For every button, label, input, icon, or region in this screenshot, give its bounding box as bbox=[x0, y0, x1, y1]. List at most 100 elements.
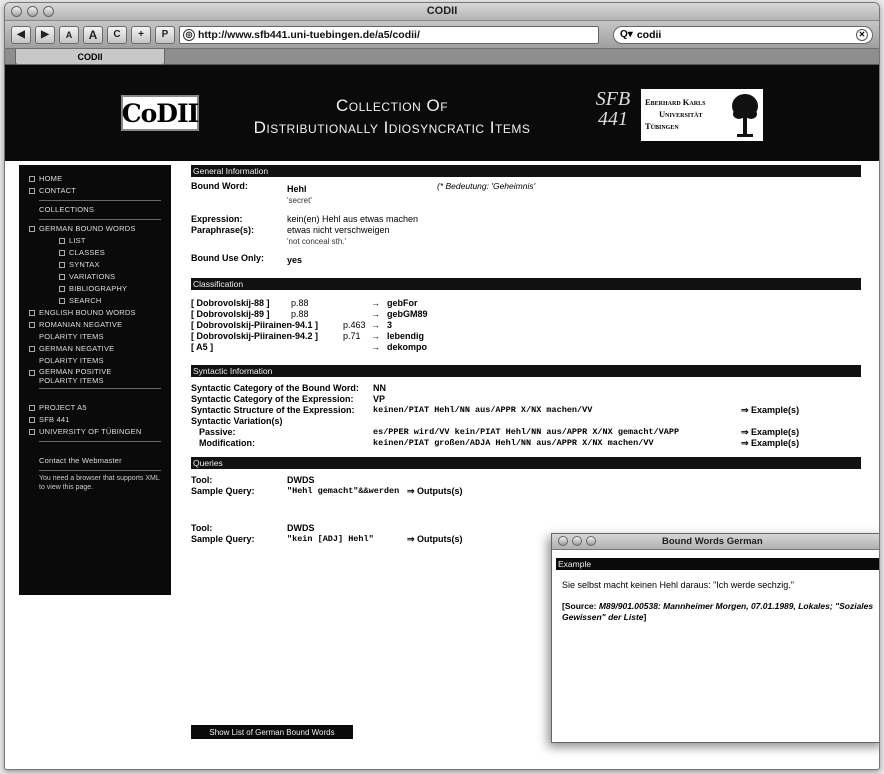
source-suffix: ] bbox=[643, 612, 647, 622]
syntactic-label: Syntactic Category of the Bound Word: bbox=[191, 383, 359, 393]
popup-title-bar: Bound Words German bbox=[552, 534, 879, 550]
sidebar-item-romanian-npi[interactable]: Romanian Negative Polarity Items bbox=[19, 319, 171, 343]
reload-button[interactable]: C bbox=[107, 25, 127, 44]
classification-row: [ Dobrovolskij-88 ] p.88 → gebFor bbox=[191, 298, 861, 309]
window-title: CODII bbox=[426, 5, 458, 17]
syntactic-row: Syntactic Variation(s) bbox=[191, 416, 861, 427]
sidebar-item-label: University of Tübingen bbox=[39, 427, 142, 436]
sidebar-item-german-ppi[interactable]: German Positive Polarity Items bbox=[19, 367, 171, 385]
bullet-icon bbox=[59, 286, 65, 292]
paraphrase-label: Paraphrase(s): bbox=[191, 225, 255, 235]
divider bbox=[39, 200, 161, 201]
paraphrase-value: etwas nicht verschweigen bbox=[287, 225, 390, 235]
query-tool-label: Tool: bbox=[191, 475, 213, 485]
add-bookmark-button[interactable]: + bbox=[131, 25, 151, 44]
query-sample-label: Sample Query: bbox=[191, 534, 255, 544]
sidebar-item-university[interactable]: University of Tübingen bbox=[19, 426, 171, 438]
search-field[interactable]: Q▾ codii ✕ bbox=[613, 25, 873, 44]
source-text: M89/901.00538: Mannheimer Morgen, 07.01.… bbox=[562, 601, 874, 622]
popup-minimize-button[interactable] bbox=[572, 536, 582, 546]
text-bigger-button[interactable]: A bbox=[83, 25, 103, 44]
tab-codii[interactable]: CODII bbox=[15, 49, 165, 65]
bullet-icon bbox=[29, 322, 35, 328]
classification-page: p.71 bbox=[343, 331, 361, 341]
source-prefix: [Source: bbox=[562, 601, 599, 611]
sidebar-item-search[interactable]: Search bbox=[19, 295, 171, 307]
sidebar-item-german-npi[interactable]: German Negative Polarity Items bbox=[19, 343, 171, 367]
sidebar-item-german-bound-words[interactable]: German Bound Words bbox=[19, 223, 171, 235]
university-logo-line3: Tübingen bbox=[645, 121, 679, 131]
snapback-button[interactable]: P bbox=[155, 25, 175, 44]
classification-row: [ A5 ] → dekompo bbox=[191, 342, 861, 353]
divider bbox=[39, 441, 161, 442]
sidebar-item-sfb[interactable]: SFB 441 bbox=[19, 414, 171, 426]
bound-use-value: yes bbox=[287, 255, 303, 265]
title-bar: CODII bbox=[5, 3, 879, 21]
bullet-icon bbox=[29, 405, 35, 411]
sidebar-item-variations[interactable]: Variations bbox=[19, 271, 171, 283]
outputs-link[interactable]: ⇒ Outputs(s) bbox=[407, 534, 463, 545]
syntactic-value: keinen/PIAT Hehl/NN aus/APPR X/NX machen… bbox=[373, 405, 593, 415]
sidebar-item-english-bound-words[interactable]: English Bound Words bbox=[19, 307, 171, 319]
clear-search-icon[interactable]: ✕ bbox=[856, 28, 868, 41]
popup-zoom-button[interactable] bbox=[586, 536, 596, 546]
arrow-right-icon: → bbox=[371, 298, 380, 308]
bullet-icon bbox=[29, 429, 35, 435]
classification-ref[interactable]: [ Dobrovolskij-89 ] bbox=[191, 309, 291, 320]
arrow-right-icon: → bbox=[371, 331, 380, 341]
syntactic-label: Syntactic Structure of the Expression: bbox=[191, 405, 355, 415]
classification-list: [ Dobrovolskij-88 ] p.88 → gebFor [ Dobrovo… bbox=[191, 298, 861, 353]
address-bar[interactable]: ◎ http://www.sfb441.uni-tuebingen.de/a5/… bbox=[179, 25, 599, 44]
examples-link[interactable]: ⇒ Example(s) bbox=[741, 438, 799, 449]
examples-link[interactable]: ⇒ Example(s) bbox=[741, 427, 799, 438]
sidebar-item-bibliography[interactable]: Bibliography bbox=[19, 283, 171, 295]
classification-page bbox=[291, 342, 371, 353]
sidebar-item-project[interactable]: Project A5 bbox=[19, 402, 171, 414]
classification-ref[interactable]: [ Dobrovolskij-88 ] bbox=[191, 298, 291, 309]
sfb-logo-line1: SFB bbox=[595, 88, 631, 110]
section-header-queries: Queries bbox=[191, 457, 861, 469]
sidebar-item-label: SFB 441 bbox=[39, 415, 70, 424]
classification-ref[interactable]: [ A5 ] bbox=[191, 342, 291, 353]
sidebar-item-contact[interactable]: Contact bbox=[19, 185, 171, 197]
syntactic-value: NN bbox=[373, 383, 386, 393]
classification-row: [ Dobrovolskij-Piirainen-94.2 ] p.71 → lebe… bbox=[191, 331, 861, 342]
bound-word-value: Hehl bbox=[287, 184, 307, 194]
sidebar-item-label: German Positive bbox=[39, 367, 112, 376]
query-tool-value: DWDS bbox=[287, 523, 315, 533]
divider bbox=[39, 470, 161, 471]
syntactic-row: Syntactic Category of the Expression: VP bbox=[191, 394, 861, 405]
forward-button[interactable]: ▶ bbox=[35, 25, 55, 44]
back-button[interactable]: ◀ bbox=[11, 25, 31, 44]
sidebar-item-label: Polarity Items bbox=[39, 332, 104, 341]
query-tool-label: Tool: bbox=[191, 523, 213, 533]
sidebar-item-webmaster[interactable]: Contact the Webmaster bbox=[19, 455, 171, 467]
text-smaller-button[interactable]: A bbox=[59, 25, 79, 44]
sidebar-item-label: Project A5 bbox=[39, 403, 87, 412]
sidebar-item-label: German Bound Words bbox=[39, 224, 136, 233]
sidebar-item-syntax[interactable]: Syntax bbox=[19, 259, 171, 271]
bullet-icon bbox=[29, 176, 35, 182]
sidebar-item-label: List bbox=[69, 236, 86, 245]
examples-link[interactable]: ⇒ Example(s) bbox=[741, 405, 799, 416]
sidebar-item-label: Polarity Items bbox=[39, 376, 104, 385]
classification-value: 3 bbox=[387, 320, 393, 330]
classification-ref[interactable]: [ Dobrovolskij-Piirainen-94.1 ] bbox=[191, 320, 343, 331]
sidebar-item-home[interactable]: Home bbox=[19, 173, 171, 185]
popup-section-header: Example bbox=[556, 558, 879, 570]
sidebar-item-collections[interactable]: Collections bbox=[19, 204, 171, 216]
outputs-link[interactable]: ⇒ Outputs(s) bbox=[407, 486, 463, 497]
show-list-button[interactable]: Show List of German Bound Words bbox=[191, 725, 353, 739]
classification-row: [ Dobrovolskij-Piirainen-94.1 ] p.463 → 3 bbox=[191, 320, 861, 331]
site-title-line2: Distributionally Idiosyncratic Items bbox=[253, 118, 531, 137]
palm-tree-icon bbox=[732, 94, 758, 137]
bullet-icon bbox=[59, 238, 65, 244]
sidebar-item-list[interactable]: List bbox=[19, 235, 171, 247]
sidebar-item-label: Bibliography bbox=[69, 284, 128, 293]
sidebar-item-classes[interactable]: Classes bbox=[19, 247, 171, 259]
site-title-line1: Collection Of bbox=[335, 96, 449, 115]
sidebar-item-label: Contact the Webmaster bbox=[39, 456, 122, 465]
popup-close-button[interactable] bbox=[558, 536, 568, 546]
classification-ref[interactable]: [ Dobrovolskij-Piirainen-94.2 ] bbox=[191, 331, 343, 342]
sidebar-item-label: Contact bbox=[39, 186, 77, 195]
